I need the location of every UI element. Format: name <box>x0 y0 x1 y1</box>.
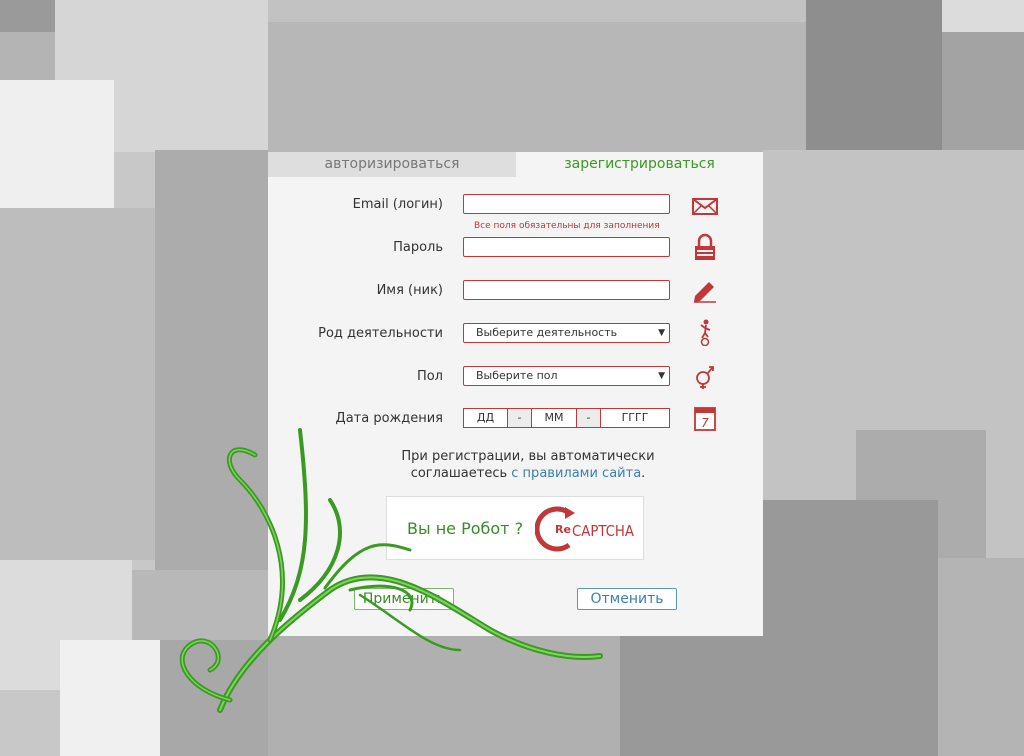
name-label: Имя (ник) <box>376 283 443 298</box>
birth-year-input[interactable]: ГГГГ <box>600 408 670 428</box>
pencil-icon <box>694 282 716 303</box>
tab-register[interactable]: зарегистрироваться <box>516 152 763 177</box>
email-label: Email (логин) <box>352 197 443 212</box>
bg-square <box>0 80 114 208</box>
gender-label: Пол <box>416 369 443 384</box>
envelope-icon <box>692 198 718 215</box>
bg-square <box>806 0 942 150</box>
dropdown-arrow-icon: ▼ <box>658 328 665 338</box>
gender-select-value: Выберите пол <box>476 369 558 382</box>
activity-label: Род деятельности <box>318 326 443 341</box>
dropdown-arrow-icon: ▼ <box>658 371 665 381</box>
bg-square <box>938 558 1024 756</box>
tab-login[interactable]: авторизироваться <box>268 152 516 177</box>
bg-square <box>60 640 160 756</box>
bg-square <box>620 636 938 756</box>
password-field[interactable] <box>463 237 670 257</box>
unicyclist-icon <box>700 319 711 346</box>
decorative-vine <box>179 428 603 713</box>
password-label: Пароль <box>393 240 443 255</box>
email-field[interactable] <box>463 194 670 214</box>
lock-icon <box>695 233 715 260</box>
required-hint: Все поля обязательны для заполнения <box>474 221 660 231</box>
activity-select[interactable]: Выберите деятельность ▼ <box>463 323 670 343</box>
bg-square <box>942 32 1024 150</box>
bg-square <box>0 690 60 756</box>
calendar-day: 7 <box>701 416 709 430</box>
bg-square <box>942 0 1024 32</box>
bg-square <box>0 0 55 32</box>
bg-square <box>0 32 55 80</box>
bg-square <box>268 22 806 152</box>
bg-square <box>268 0 806 22</box>
activity-select-value: Выберите деятельность <box>476 326 618 339</box>
name-field[interactable] <box>463 280 670 300</box>
calendar-icon: 7 <box>694 407 716 431</box>
terms-suffix: . <box>641 466 646 481</box>
gender-icon <box>696 366 714 389</box>
gender-select[interactable]: Выберите пол ▼ <box>463 366 670 386</box>
